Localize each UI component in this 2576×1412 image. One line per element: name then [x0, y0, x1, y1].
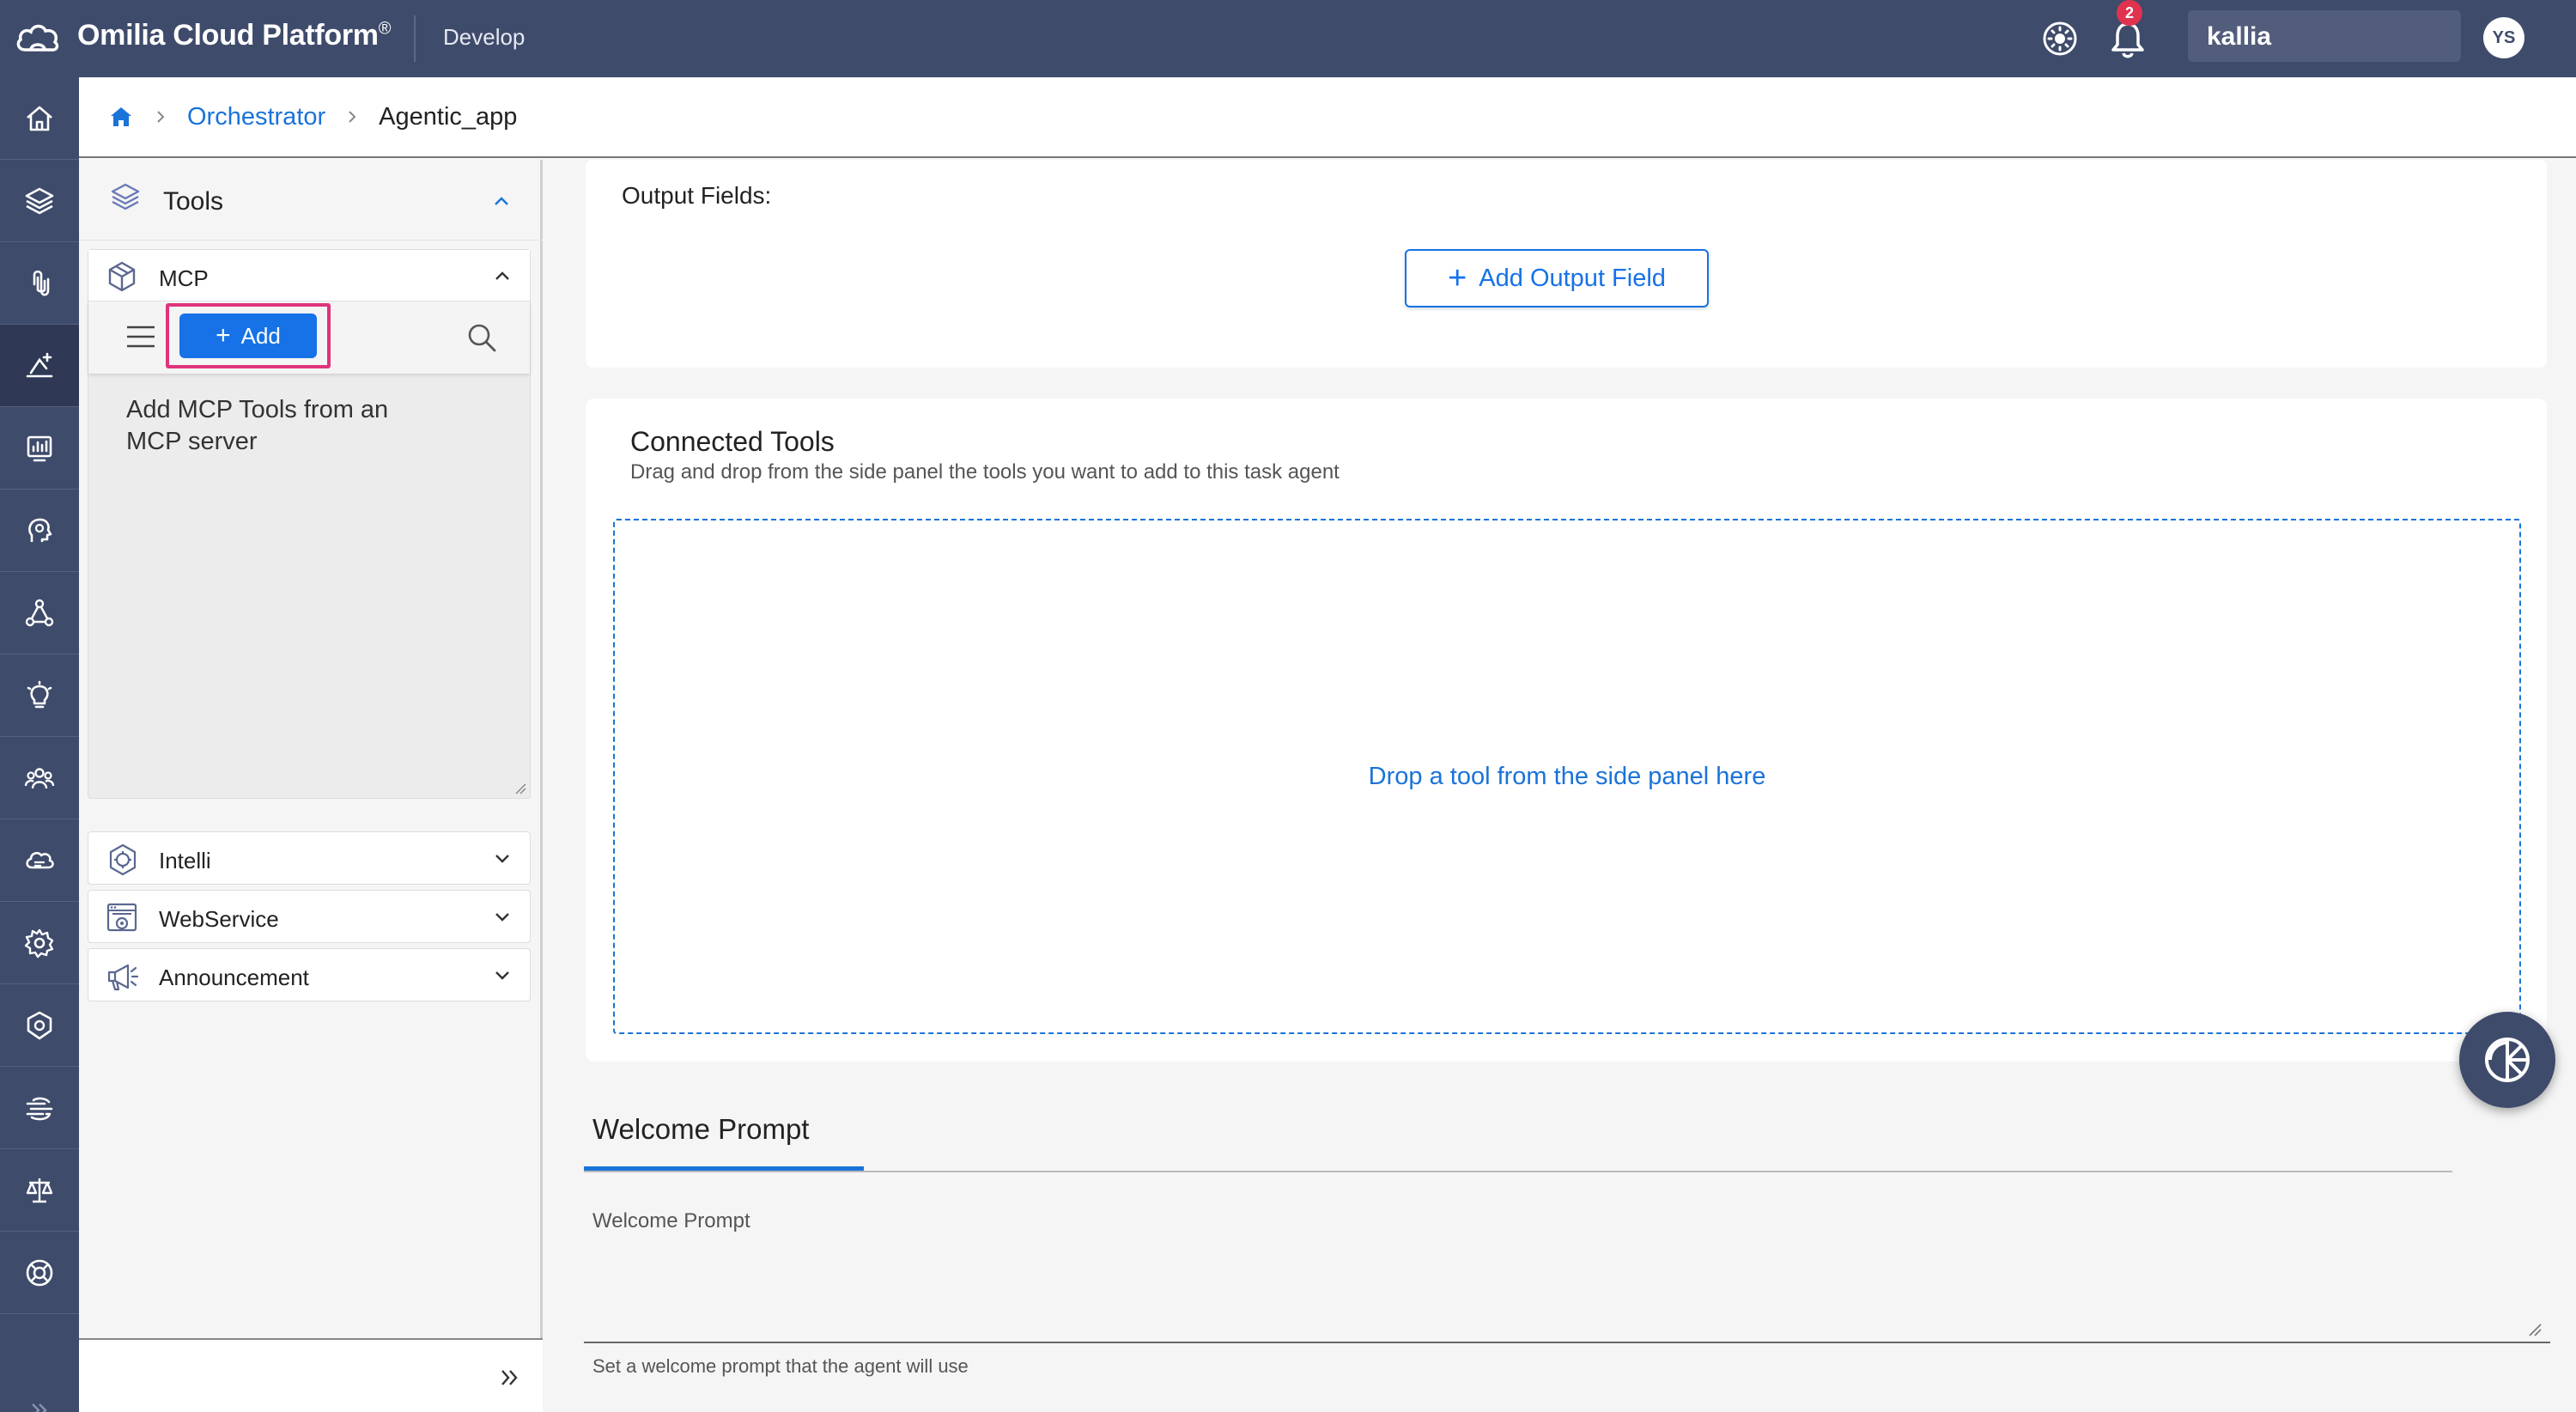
tools-panel-footer [79, 1338, 543, 1412]
rail-security[interactable] [0, 984, 79, 1067]
lightbulb-icon [27, 680, 52, 708]
mcp-label: MCP [159, 265, 209, 291]
search-icon[interactable] [465, 320, 499, 355]
theme-toggle-icon[interactable] [2038, 17, 2081, 60]
user-name-field[interactable]: kallia [2188, 10, 2461, 62]
mcp-section-header[interactable]: MCP [88, 250, 530, 301]
cloud-logo-icon[interactable] [14, 19, 62, 57]
rail-users[interactable] [0, 737, 79, 819]
intelli-icon [109, 843, 137, 876]
double-chevron-right-icon [32, 1403, 47, 1412]
help-icon [26, 1259, 53, 1286]
connected-tools-card: Connected Tools Drag and drop from the s… [586, 399, 2547, 1062]
rail-compliance[interactable] [0, 1149, 79, 1232]
intelli-section-header[interactable]: Intelli [88, 831, 531, 885]
assistant-icon [2485, 1038, 2530, 1082]
scale-icon [26, 1178, 53, 1202]
group-icon [24, 767, 55, 788]
rail-performance[interactable] [0, 1067, 79, 1149]
top-bar: Omilia Cloud Platform® Develop 2 kallia … [0, 0, 2576, 77]
announcement-icon [107, 964, 139, 991]
chevron-up-icon[interactable] [491, 191, 512, 211]
chevron-up-icon[interactable] [492, 265, 513, 286]
intelli-label: Intelli [159, 848, 211, 873]
chevron-down-icon[interactable] [492, 965, 513, 985]
rail-speech[interactable] [0, 490, 79, 572]
network-icon [25, 599, 54, 626]
mcp-empty-message: Add MCP Tools from an MCP server [126, 396, 389, 455]
rail-help[interactable] [0, 1232, 79, 1314]
layers-icon [25, 187, 54, 214]
rail-home[interactable] [0, 77, 79, 160]
brand-title[interactable]: Omilia Cloud Platform® [77, 19, 391, 52]
orchestrator-icon [26, 352, 53, 377]
output-fields-card: Output Fields: + Add Output Field [586, 160, 2547, 368]
welcome-prompt-placeholder: Welcome Prompt [592, 1209, 750, 1232]
paperclip-icon [33, 270, 50, 296]
speed-icon [26, 1097, 53, 1120]
home-icon[interactable] [108, 104, 134, 130]
resize-handle-icon[interactable] [513, 781, 526, 794]
chevron-down-icon[interactable] [492, 848, 513, 868]
notification-badge[interactable]: 2 [2117, 0, 2142, 26]
gear-icon [24, 928, 54, 958]
add-output-field-label: Add Output Field [1479, 264, 1666, 292]
tools-header[interactable]: Tools [79, 160, 543, 240]
home-icon [27, 106, 52, 131]
webservice-icon [106, 903, 137, 932]
rail-expand-button[interactable] [0, 1376, 79, 1412]
tab-divider [584, 1171, 2452, 1172]
rail-network[interactable] [0, 572, 79, 654]
connected-tools-subtitle: Drag and drop from the side panel the to… [630, 460, 1340, 484]
announcement-section-header[interactable]: Announcement [88, 948, 531, 1001]
welcome-prompt-helper-text: Set a welcome prompt that the agent will… [592, 1355, 969, 1377]
plus-icon: + [216, 321, 231, 350]
resize-handle-icon[interactable] [2526, 1321, 2542, 1336]
cloud-icon [26, 851, 54, 868]
environment-label[interactable]: Develop [443, 24, 525, 51]
breadcrumb-current: Agentic_app [379, 102, 518, 131]
rail-analytics[interactable] [0, 407, 79, 490]
rail-insights[interactable] [0, 654, 79, 737]
dropzone-text: Drop a tool from the side panel here [1368, 762, 1766, 790]
shield-icon [27, 1011, 52, 1039]
rail-attachments[interactable] [0, 242, 79, 325]
analytics-icon [27, 435, 52, 461]
chevron-down-icon[interactable] [492, 906, 513, 927]
tab-welcome-prompt[interactable]: Welcome Prompt [584, 1113, 864, 1172]
head-icon [28, 518, 52, 542]
mcp-section: MCP + Add Add MCP Tools from an MCP serv… [88, 249, 531, 799]
breadcrumb: Orchestrator Agentic_app [79, 77, 2576, 158]
hamburger-menu-icon[interactable] [125, 320, 157, 353]
plus-icon: + [1448, 260, 1467, 296]
header-divider [414, 15, 416, 62]
mcp-toolbar: + Add [88, 301, 530, 374]
add-mcp-button[interactable]: + Add [179, 313, 317, 358]
layers-icon [111, 183, 140, 210]
assistant-fab-button[interactable] [2459, 1012, 2555, 1108]
add-mcp-button-label: Add [240, 322, 281, 349]
avatar[interactable]: YS [2483, 17, 2524, 58]
rail-settings[interactable] [0, 902, 79, 984]
rail-layers[interactable] [0, 160, 79, 242]
add-output-field-button[interactable]: + Add Output Field [1405, 249, 1709, 307]
announcement-label: Announcement [159, 965, 309, 990]
cube-icon [108, 261, 136, 292]
webservice-label: WebService [159, 906, 279, 932]
left-nav-rail [0, 77, 79, 1412]
welcome-prompt-field[interactable]: Welcome Prompt [584, 1185, 2550, 1343]
rail-cloud[interactable] [0, 819, 79, 902]
chevron-right-icon [157, 111, 165, 123]
breadcrumb-orchestrator[interactable]: Orchestrator [187, 103, 325, 131]
connected-tools-title: Connected Tools [630, 426, 835, 457]
tool-dropzone[interactable]: Drop a tool from the side panel here [613, 519, 2521, 1034]
tools-title: Tools [163, 187, 224, 216]
rail-orchestrator[interactable] [0, 325, 79, 407]
double-chevron-right-icon[interactable] [498, 1366, 522, 1390]
webservice-section-header[interactable]: WebService [88, 890, 531, 943]
output-fields-label: Output Fields: [622, 182, 772, 209]
chevron-right-icon [349, 111, 356, 123]
tools-panel: Tools MCP + Add Add MCP Tools from an MC… [79, 160, 543, 1412]
